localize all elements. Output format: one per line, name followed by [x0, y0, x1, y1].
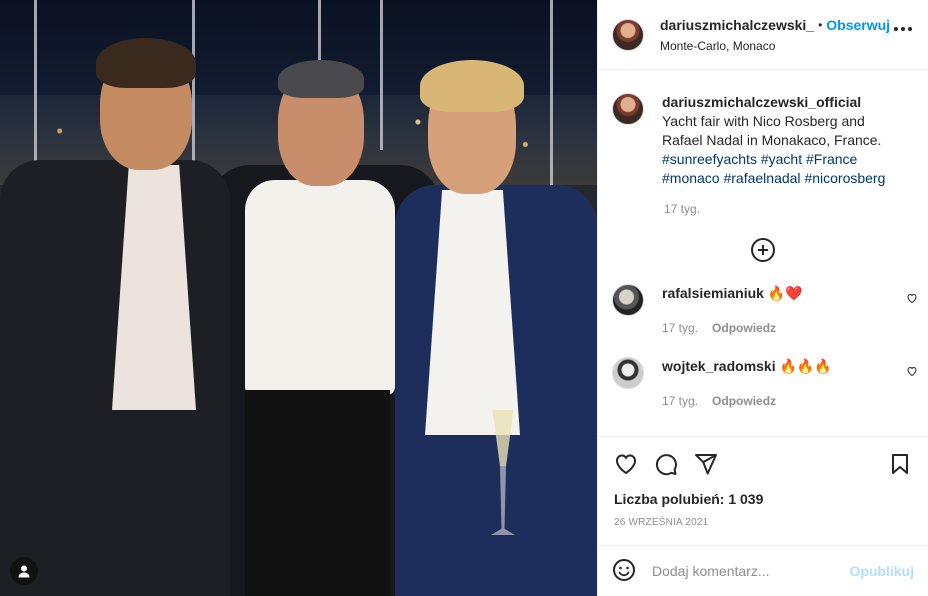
- photo-mast: [380, 0, 383, 150]
- caption-avatar[interactable]: [612, 93, 644, 125]
- plus-circle-icon[interactable]: [751, 238, 775, 262]
- bookmark-icon[interactable]: [888, 452, 912, 476]
- hashtag-link[interactable]: #France: [806, 151, 857, 167]
- comment-item: rafalsiemianiuk 🔥❤️ 17 tyg. Odpowiedz: [598, 284, 928, 335]
- commenter-username[interactable]: rafalsiemianiuk: [662, 285, 764, 301]
- commenter-avatar[interactable]: [612, 357, 644, 389]
- more-options-icon[interactable]: [894, 27, 912, 31]
- reply-button[interactable]: Odpowiedz: [712, 394, 776, 408]
- post-caption: dariuszmichalczewski_official Yacht fair…: [598, 71, 928, 188]
- emoji-smiley-icon[interactable]: [612, 558, 636, 585]
- comment-text: 🔥🔥🔥: [779, 359, 832, 375]
- comment-time[interactable]: 17 tyg.: [662, 321, 698, 335]
- post-actions: Liczba polubień: 1 039 26 WRZEŚNIA 2021: [598, 436, 928, 528]
- caption-time[interactable]: 17 tyg.: [664, 202, 928, 216]
- comment-item: wojtek_radomski 🔥🔥🔥 17 tyg. Odpowiedz: [598, 357, 928, 408]
- comment-composer: Opublikuj: [598, 545, 928, 596]
- comments-section[interactable]: dariuszmichalczewski_official Yacht fair…: [598, 71, 928, 436]
- comment-time[interactable]: 17 tyg.: [662, 394, 698, 408]
- post-photo[interactable]: [0, 0, 597, 596]
- caption-text: Yacht fair with Nico Rosberg and Rafael …: [662, 113, 882, 148]
- like-comment-heart-icon[interactable]: [906, 292, 918, 304]
- photo-mast: [550, 0, 553, 190]
- like-comment-heart-icon[interactable]: [906, 365, 918, 377]
- comment-input[interactable]: [652, 563, 850, 579]
- like-heart-icon[interactable]: [614, 452, 638, 476]
- load-more-comments[interactable]: [598, 238, 928, 262]
- hashtag-link[interactable]: #nicorosberg: [804, 170, 885, 186]
- commenter-avatar[interactable]: [612, 284, 644, 316]
- post-location[interactable]: Monte-Carlo, Monaco: [660, 39, 890, 53]
- hashtag-link[interactable]: #monaco: [662, 170, 720, 186]
- user-tag-icon[interactable]: [10, 557, 38, 585]
- reply-button[interactable]: Odpowiedz: [712, 321, 776, 335]
- publish-button[interactable]: Opublikuj: [849, 563, 914, 579]
- hashtag-link[interactable]: #yacht: [761, 151, 802, 167]
- comment-bubble-icon[interactable]: [654, 452, 678, 476]
- comment-text: 🔥❤️: [767, 286, 803, 302]
- post-side-panel: dariuszmichalczewski_ • Obserwuj Monte-C…: [597, 0, 928, 596]
- separator-dot: •: [818, 17, 823, 32]
- share-send-icon[interactable]: [694, 452, 718, 476]
- photo-mast: [192, 0, 195, 180]
- follow-button[interactable]: Obserwuj: [826, 17, 890, 33]
- likes-count[interactable]: Liczba polubień: 1 039: [614, 491, 912, 507]
- hashtag-link[interactable]: #sunreefyachts: [662, 151, 757, 167]
- caption-username[interactable]: dariuszmichalczewski_official: [662, 94, 861, 110]
- commenter-username[interactable]: wojtek_radomski: [662, 358, 776, 374]
- author-avatar[interactable]: [612, 18, 644, 51]
- post-header: dariuszmichalczewski_ • Obserwuj Monte-C…: [598, 0, 928, 70]
- post-date[interactable]: 26 WRZEŚNIA 2021: [614, 517, 912, 528]
- hashtag-link[interactable]: #rafaelnadal: [723, 170, 800, 186]
- author-username[interactable]: dariuszmichalczewski_: [660, 17, 814, 33]
